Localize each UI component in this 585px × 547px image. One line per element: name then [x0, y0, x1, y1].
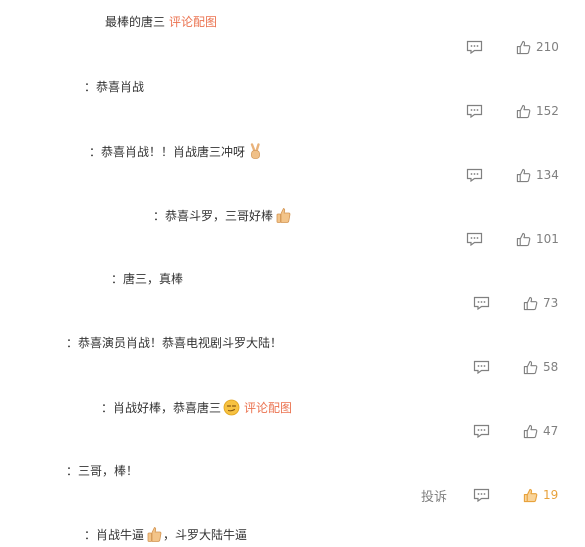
- comment-text: ：恭喜肖战！！肖战唐三冲呀: [89, 143, 264, 160]
- comment-text: ：肖战牛逼 ，斗罗大陆牛逼: [84, 526, 247, 543]
- like-count: 19: [543, 488, 559, 502]
- like-button[interactable]: 73: [523, 294, 558, 312]
- comment-text: ：唐三，真棒: [111, 271, 183, 287]
- like-button[interactable]: 47: [523, 422, 558, 440]
- comment-actions: 58: [473, 358, 581, 376]
- like-button[interactable]: 19: [523, 486, 558, 504]
- comment-body: ：唐三，真棒: [111, 272, 184, 286]
- like-count: 210: [536, 40, 559, 54]
- report-button[interactable]: 投诉: [421, 486, 448, 505]
- like-count: 101: [536, 232, 559, 246]
- like-button[interactable]: 134: [516, 166, 559, 184]
- comment-actions: 73: [473, 294, 581, 312]
- reply-comment-icon[interactable]: [466, 102, 483, 120]
- like-count: 134: [536, 168, 559, 182]
- comment-body: ：恭喜肖战: [84, 80, 145, 94]
- reply-comment-icon[interactable]: [473, 358, 490, 376]
- thumbs-up-icon: [523, 488, 538, 503]
- comment-body: ：恭喜斗罗，三哥好棒: [153, 209, 274, 223]
- comment-body: ：恭喜肖战！！肖战唐三冲呀: [89, 145, 246, 159]
- reply-comment-icon[interactable]: [466, 38, 483, 56]
- thumbs-up-icon: [516, 232, 531, 247]
- comment-text: ：恭喜斗罗，三哥好棒: [153, 207, 292, 224]
- comment-body: ：肖战好棒，恭喜唐三: [101, 401, 222, 415]
- comment-text: 最棒的唐三 评论配图: [105, 14, 217, 30]
- like-button[interactable]: 58: [523, 358, 558, 376]
- reply-comment-icon[interactable]: [473, 294, 490, 312]
- comment-text: ：肖战好棒，恭喜唐三 评论配图: [101, 399, 292, 416]
- reply-comment-icon[interactable]: [466, 166, 483, 184]
- reply-comment-icon[interactable]: [466, 230, 483, 248]
- thumbs-up-icon: [516, 104, 531, 119]
- comment-text: ：三哥，棒！: [66, 463, 138, 479]
- reply-comment-icon[interactable]: [473, 422, 490, 440]
- comment-actions: 47: [473, 422, 581, 440]
- like-button[interactable]: 152: [516, 102, 559, 120]
- smirk-face-icon: [223, 399, 240, 416]
- victory-hand-icon: [247, 143, 264, 160]
- like-button[interactable]: 101: [516, 230, 559, 248]
- view-image-link[interactable]: 评论配图: [169, 15, 217, 29]
- comment-body: ：三哥，棒！: [66, 464, 139, 478]
- report-label: 投诉: [421, 489, 448, 505]
- thumbs-up-emoji-icon: [146, 526, 163, 543]
- like-count: 73: [543, 296, 559, 310]
- comment-actions: 152: [466, 102, 581, 120]
- comment-actions: 210: [466, 38, 581, 56]
- view-image-link[interactable]: 评论配图: [244, 401, 292, 415]
- thumbs-up-icon: [523, 296, 538, 311]
- thumbs-up-emoji-icon: [275, 207, 292, 224]
- thumbs-up-icon: [516, 40, 531, 55]
- comment-actions: 101: [466, 230, 581, 248]
- comment-body: ：恭喜演员肖战！恭喜电视剧斗罗大陆！: [66, 336, 283, 350]
- reply-comment-icon[interactable]: [473, 486, 490, 504]
- comment-body: ：肖战牛逼: [84, 528, 145, 542]
- thumbs-up-icon: [523, 424, 538, 439]
- comment-body: ，斗罗大陆牛逼: [163, 528, 248, 542]
- like-button[interactable]: 210: [516, 38, 559, 56]
- thumbs-up-icon: [523, 360, 538, 375]
- like-count: 47: [543, 424, 559, 438]
- like-count: 58: [543, 360, 559, 374]
- comment-actions: 134: [466, 166, 581, 184]
- comment-actions: 投诉 19: [421, 486, 581, 505]
- like-count: 152: [536, 104, 559, 118]
- comment-text: ：恭喜演员肖战！恭喜电视剧斗罗大陆！: [66, 335, 282, 351]
- thumbs-up-icon: [516, 168, 531, 183]
- comment-text: ：恭喜肖战: [84, 79, 144, 95]
- comment-body: 最棒的唐三: [105, 15, 166, 29]
